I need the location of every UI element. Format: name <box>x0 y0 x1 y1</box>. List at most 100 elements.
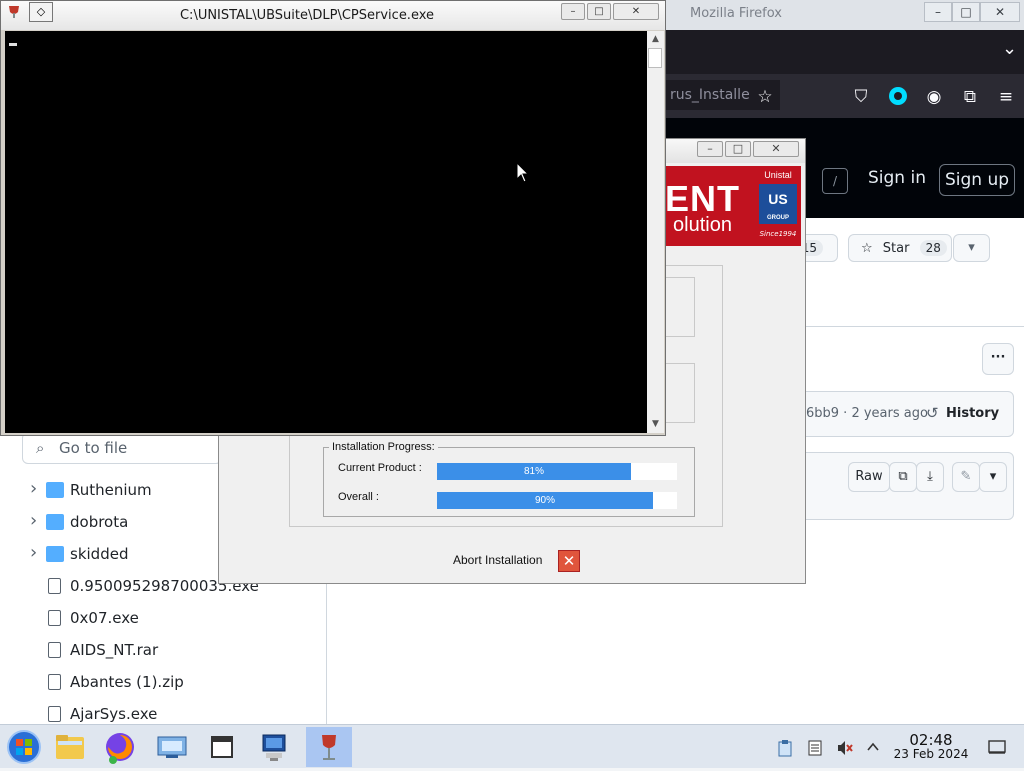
console-window: ◇ C:\UNISTAL\UBSuite\DLP\CPService.exe –… <box>0 0 666 436</box>
account-icon[interactable]: ◉ <box>923 86 945 108</box>
console-titlebar: ◇ C:\UNISTAL\UBSuite\DLP\CPService.exe –… <box>1 1 665 30</box>
sign-in-link[interactable]: Sign in <box>868 168 926 188</box>
logo-group: GROUP <box>766 215 789 221</box>
folder-icon <box>46 546 64 562</box>
current-product-percent: 81% <box>523 466 544 477</box>
file-name: Ruthenium <box>70 481 152 499</box>
file-item[interactable]: AIDS_NT.rar <box>30 636 326 668</box>
firefox-taskbar-icon[interactable] <box>100 727 146 767</box>
network-taskbar-icon[interactable] <box>152 727 198 767</box>
search-icon: ⌕ <box>36 439 45 457</box>
explorer-taskbar-icon[interactable] <box>202 727 248 767</box>
logo-brand: Unistal <box>764 170 792 180</box>
history-link[interactable]: History <box>946 406 999 421</box>
logo-mark-text: US <box>768 191 788 207</box>
installer-close-button[interactable]: ✕ <box>753 141 799 157</box>
edit-dropdown-button[interactable]: ▾ <box>979 462 1007 492</box>
clock-date[interactable]: 23 Feb 2024 <box>890 747 972 761</box>
abort-installation-button[interactable]: ✕ <box>558 550 580 572</box>
chevron-right-icon[interactable]: › <box>30 478 44 499</box>
volume-muted-icon[interactable] <box>836 739 854 755</box>
star-label: Star <box>882 241 910 256</box>
chevron-right-icon[interactable]: › <box>30 542 44 563</box>
chevron-up-icon[interactable] <box>864 739 882 755</box>
start-button[interactable] <box>2 727 48 767</box>
current-product-progress-fill: 81% <box>437 463 631 480</box>
file-name: AIDS_NT.rar <box>70 641 159 659</box>
file-icon <box>48 642 61 658</box>
console-output[interactable] <box>5 31 647 433</box>
logo-since: Since1994 <box>759 230 797 238</box>
more-options-button[interactable]: ··· <box>982 343 1014 375</box>
installer-taskbar-icon[interactable] <box>254 727 300 767</box>
file-name: dobrota <box>70 513 129 531</box>
download-icon[interactable]: ⤓ <box>916 462 944 492</box>
installer-minimize-button[interactable]: – <box>697 141 723 157</box>
banner-subtitle: olution <box>673 214 732 236</box>
console-maximize-button[interactable]: □ <box>587 3 611 20</box>
firefox-maximize-button[interactable]: □ <box>952 2 980 22</box>
logo-mark: US GROUP <box>759 184 797 224</box>
firefox-minimize-button[interactable]: – <box>924 2 952 22</box>
app-menu-icon[interactable]: ≡ <box>995 86 1017 108</box>
search-shortcut-key[interactable]: / <box>822 168 848 194</box>
firefox-close-button[interactable]: ✕ <box>980 2 1020 22</box>
wine-taskbar-icon[interactable] <box>306 727 352 767</box>
installer-banner: ENT olution Unistal US GROUP Since1994 <box>659 166 801 246</box>
taskbar <box>0 724 1024 768</box>
console-minimize-button[interactable]: – <box>561 3 585 20</box>
overall-progress: 90% <box>437 492 677 509</box>
list-all-tabs-icon[interactable]: ⌄ <box>1002 38 1017 59</box>
firefox-window-title: Mozilla Firefox <box>690 6 782 21</box>
clipboard-tray-icon[interactable] <box>776 739 794 757</box>
current-product-label: Current Product : <box>338 462 422 474</box>
star-count: 28 <box>919 240 947 256</box>
file-name: AjarSys.exe <box>70 705 158 723</box>
scroll-down-icon[interactable]: ▼ <box>647 416 664 433</box>
scroll-up-icon[interactable]: ▲ <box>647 31 664 48</box>
console-close-button[interactable]: ✕ <box>613 3 659 20</box>
file-name: Abantes (1).zip <box>70 673 184 691</box>
raw-button[interactable]: Raw <box>848 462 890 492</box>
extensions-icon[interactable]: ⧉ <box>959 86 981 108</box>
star-button[interactable]: ☆ Star 28 <box>848 234 952 262</box>
folder-icon <box>46 482 64 498</box>
star-dropdown-button[interactable]: ▾ <box>953 234 990 262</box>
text-cursor <box>9 43 17 46</box>
firefox-view-icon[interactable] <box>887 86 909 108</box>
overall-percent: 90% <box>534 495 555 506</box>
file-icon <box>48 610 61 626</box>
installer-maximize-button[interactable]: □ <box>725 141 751 157</box>
abort-installation-label[interactable]: Abort Installation <box>453 553 542 567</box>
star-icon: ☆ <box>861 241 873 256</box>
history-icon: ↺ <box>926 404 939 422</box>
copy-icon[interactable]: ⧉ <box>889 462 917 492</box>
sign-up-button[interactable]: Sign up <box>939 164 1015 196</box>
notes-tray-icon[interactable] <box>806 739 824 756</box>
file-icon <box>48 706 61 722</box>
bookmark-star-icon[interactable]: ☆ <box>754 86 776 108</box>
console-window-title: C:\UNISTAL\UBSuite\DLP\CPService.exe <box>179 8 435 23</box>
file-manager-taskbar-icon[interactable] <box>50 727 96 767</box>
edit-icon[interactable]: ✎ <box>952 462 980 492</box>
file-item[interactable]: Abantes (1).zip <box>30 668 326 700</box>
file-icon <box>48 674 61 690</box>
show-desktop-icon[interactable] <box>988 739 1006 755</box>
folder-icon <box>46 514 64 530</box>
overall-progress-fill: 90% <box>437 492 653 509</box>
mouse-pointer-icon <box>516 161 530 188</box>
pocket-icon[interactable]: ⛉ <box>850 86 872 108</box>
file-item[interactable]: 0x07.exe <box>30 604 326 636</box>
console-scrollbar[interactable]: ▲ ▼ <box>647 31 664 433</box>
overall-label: Overall : <box>338 491 379 503</box>
commit-info[interactable]: 6bb9 · 2 years ago <box>806 406 928 421</box>
scroll-thumb[interactable] <box>648 48 662 68</box>
file-name: 0x07.exe <box>70 609 139 627</box>
chevron-right-icon[interactable]: › <box>30 510 44 531</box>
current-product-progress: 81% <box>437 463 677 480</box>
file-name: skidded <box>70 545 129 563</box>
go-to-file-input[interactable]: Go to file <box>22 432 222 464</box>
unistal-logo: Unistal US GROUP Since1994 <box>757 170 799 242</box>
installation-progress-legend: Installation Progress: <box>329 441 438 453</box>
file-icon <box>48 578 61 594</box>
